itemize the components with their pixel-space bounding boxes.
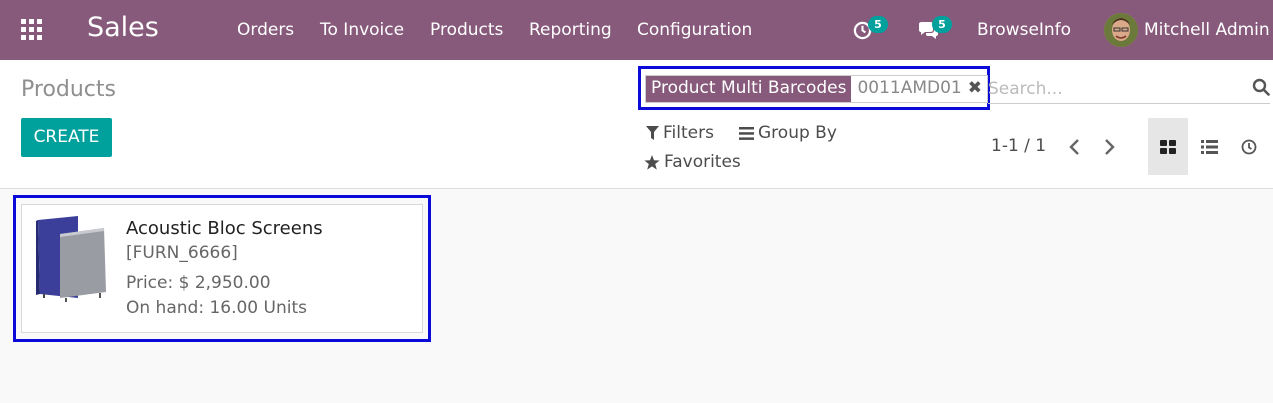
menu-item-to-invoice[interactable]: To Invoice xyxy=(320,20,404,40)
activity-icon xyxy=(1241,139,1257,154)
group-by-button[interactable]: Group By xyxy=(739,123,837,143)
product-price: Price: $ 2,950.00 xyxy=(126,273,271,293)
facet-label: Product Multi Barcodes xyxy=(646,76,852,102)
messages-button[interactable]: 5 xyxy=(917,14,961,46)
star-icon xyxy=(644,154,660,170)
favorites-label: Favorites xyxy=(664,152,741,172)
facet-value: 0011AMD01 xyxy=(857,78,962,98)
favorites-button[interactable]: Favorites xyxy=(644,152,741,172)
menu-item-reporting[interactable]: Reporting xyxy=(529,20,612,40)
menu-item-products[interactable]: Products xyxy=(430,20,503,40)
chevron-right-icon[interactable] xyxy=(1099,137,1119,157)
chevron-left-icon[interactable] xyxy=(1065,137,1085,157)
filter-icon xyxy=(646,126,659,140)
product-name[interactable]: Acoustic Bloc Screens xyxy=(126,218,323,239)
company-switcher[interactable]: BrowseInfo xyxy=(977,20,1071,40)
messages-badge: 5 xyxy=(932,16,952,33)
list-view-button[interactable] xyxy=(1189,118,1229,175)
facet-remove-icon[interactable]: ✖ xyxy=(966,76,987,102)
bars-icon xyxy=(739,126,754,140)
activity-view-button[interactable] xyxy=(1229,118,1269,175)
group-by-label: Group By xyxy=(758,123,837,143)
search-facet: Product Multi Barcodes 0011AMD01 ✖ xyxy=(645,75,989,103)
search-input[interactable] xyxy=(988,74,1270,104)
avatar[interactable] xyxy=(1104,13,1138,47)
filters-button[interactable]: Filters xyxy=(646,123,714,143)
user-menu[interactable]: Mitchell Admin xyxy=(1144,20,1270,40)
menu-item-configuration[interactable]: Configuration xyxy=(637,20,752,40)
top-navbar: Sales Orders To Invoice Products Reporti… xyxy=(0,0,1273,60)
kanban-view-button[interactable] xyxy=(1148,118,1188,175)
pager-value[interactable]: 1-1 / 1 xyxy=(991,136,1046,156)
page-title: Products xyxy=(21,77,116,102)
activity-badge: 5 xyxy=(868,16,888,33)
activity-button[interactable]: 5 xyxy=(852,14,896,46)
app-name[interactable]: Sales xyxy=(87,12,159,43)
create-button[interactable]: CREATE xyxy=(21,118,112,157)
filters-label: Filters xyxy=(663,123,714,143)
control-panel: Products CREATE Product Multi Barcodes 0… xyxy=(0,60,1273,189)
product-image xyxy=(36,216,106,302)
list-icon xyxy=(1200,139,1218,154)
product-reference: [FURN_6666] xyxy=(126,243,238,263)
kanban-icon xyxy=(1160,139,1176,154)
apps-menu-icon[interactable] xyxy=(21,19,44,40)
search-icon[interactable] xyxy=(1252,78,1270,96)
menu-item-orders[interactable]: Orders xyxy=(237,20,294,40)
product-on-hand: On hand: 16.00 Units xyxy=(126,298,307,318)
